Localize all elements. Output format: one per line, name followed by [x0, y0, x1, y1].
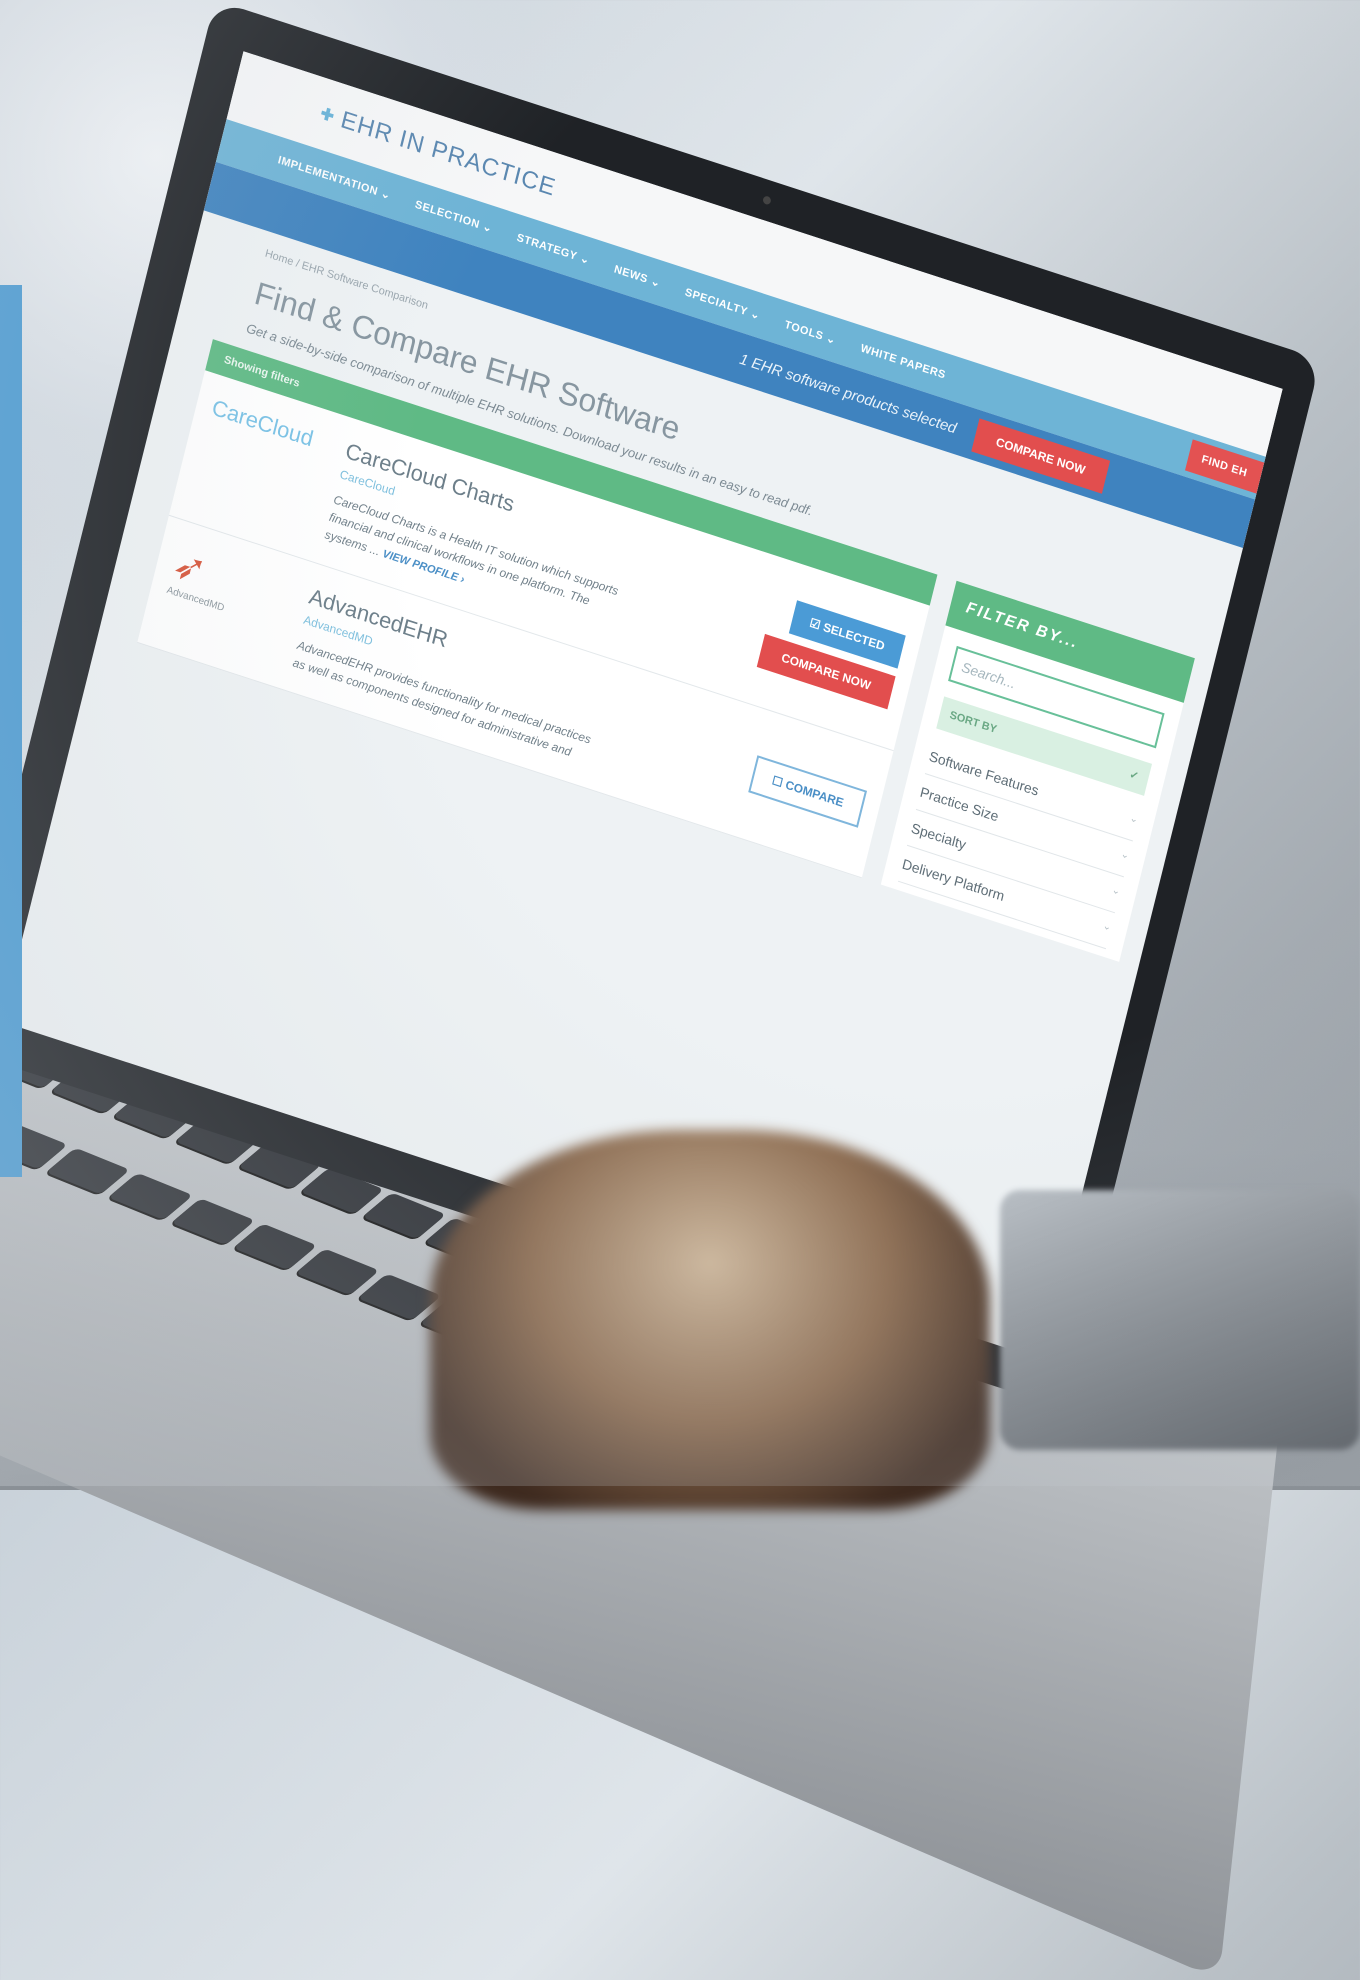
chevron-down-icon: ⌄ — [1119, 848, 1131, 862]
keyboard-key — [45, 1148, 131, 1195]
nav-item-tools[interactable]: TOOLS ⌄ — [783, 317, 837, 346]
keyboard-key — [357, 1273, 442, 1321]
keyboard-key — [232, 1223, 317, 1271]
camera-icon — [762, 195, 772, 206]
keyboard-key — [107, 1173, 193, 1221]
advancedmd-logo-text: AdvancedMD — [165, 584, 226, 614]
card-actions: ☐ COMPARE — [742, 730, 873, 853]
compare-label: COMPARE — [784, 777, 846, 810]
background-cupcake — [430, 1130, 990, 1510]
chevron-down-icon: ⌄ — [1128, 812, 1140, 826]
nav-item-specialty[interactable]: SPECIALTY ⌄ — [684, 285, 762, 322]
logo-primary: EHR — [338, 106, 396, 149]
compare-checkbox-button[interactable]: ☐ COMPARE — [748, 754, 868, 828]
nav-item-news[interactable]: NEWS ⌄ — [613, 262, 662, 290]
keyboard-key — [170, 1198, 255, 1246]
carecloud-logo: CareCloud — [209, 394, 316, 452]
selected-label: SELECTED — [821, 620, 887, 654]
keyboard-key — [294, 1248, 380, 1296]
chevron-down-icon: ✓ — [1128, 768, 1140, 784]
chevron-down-icon: ⌄ — [1110, 884, 1122, 898]
hawk-icon: ➶ — [168, 540, 212, 594]
card-actions: ☑ SELECTED COMPARE NOW — [753, 578, 910, 726]
advancedmd-logo: ➶ AdvancedMD — [158, 540, 294, 664]
facet-label: Specialty — [909, 819, 968, 853]
chevron-down-icon: ⌄ — [1101, 920, 1113, 934]
nav-item-strategy[interactable]: STRATEGY ⌄ — [516, 230, 592, 266]
logo-cross-icon: ✚ — [318, 105, 336, 126]
side-accent-bar — [0, 285, 22, 1177]
sort-label: SORT BY — [948, 709, 998, 736]
background-phone — [1000, 1190, 1360, 1450]
